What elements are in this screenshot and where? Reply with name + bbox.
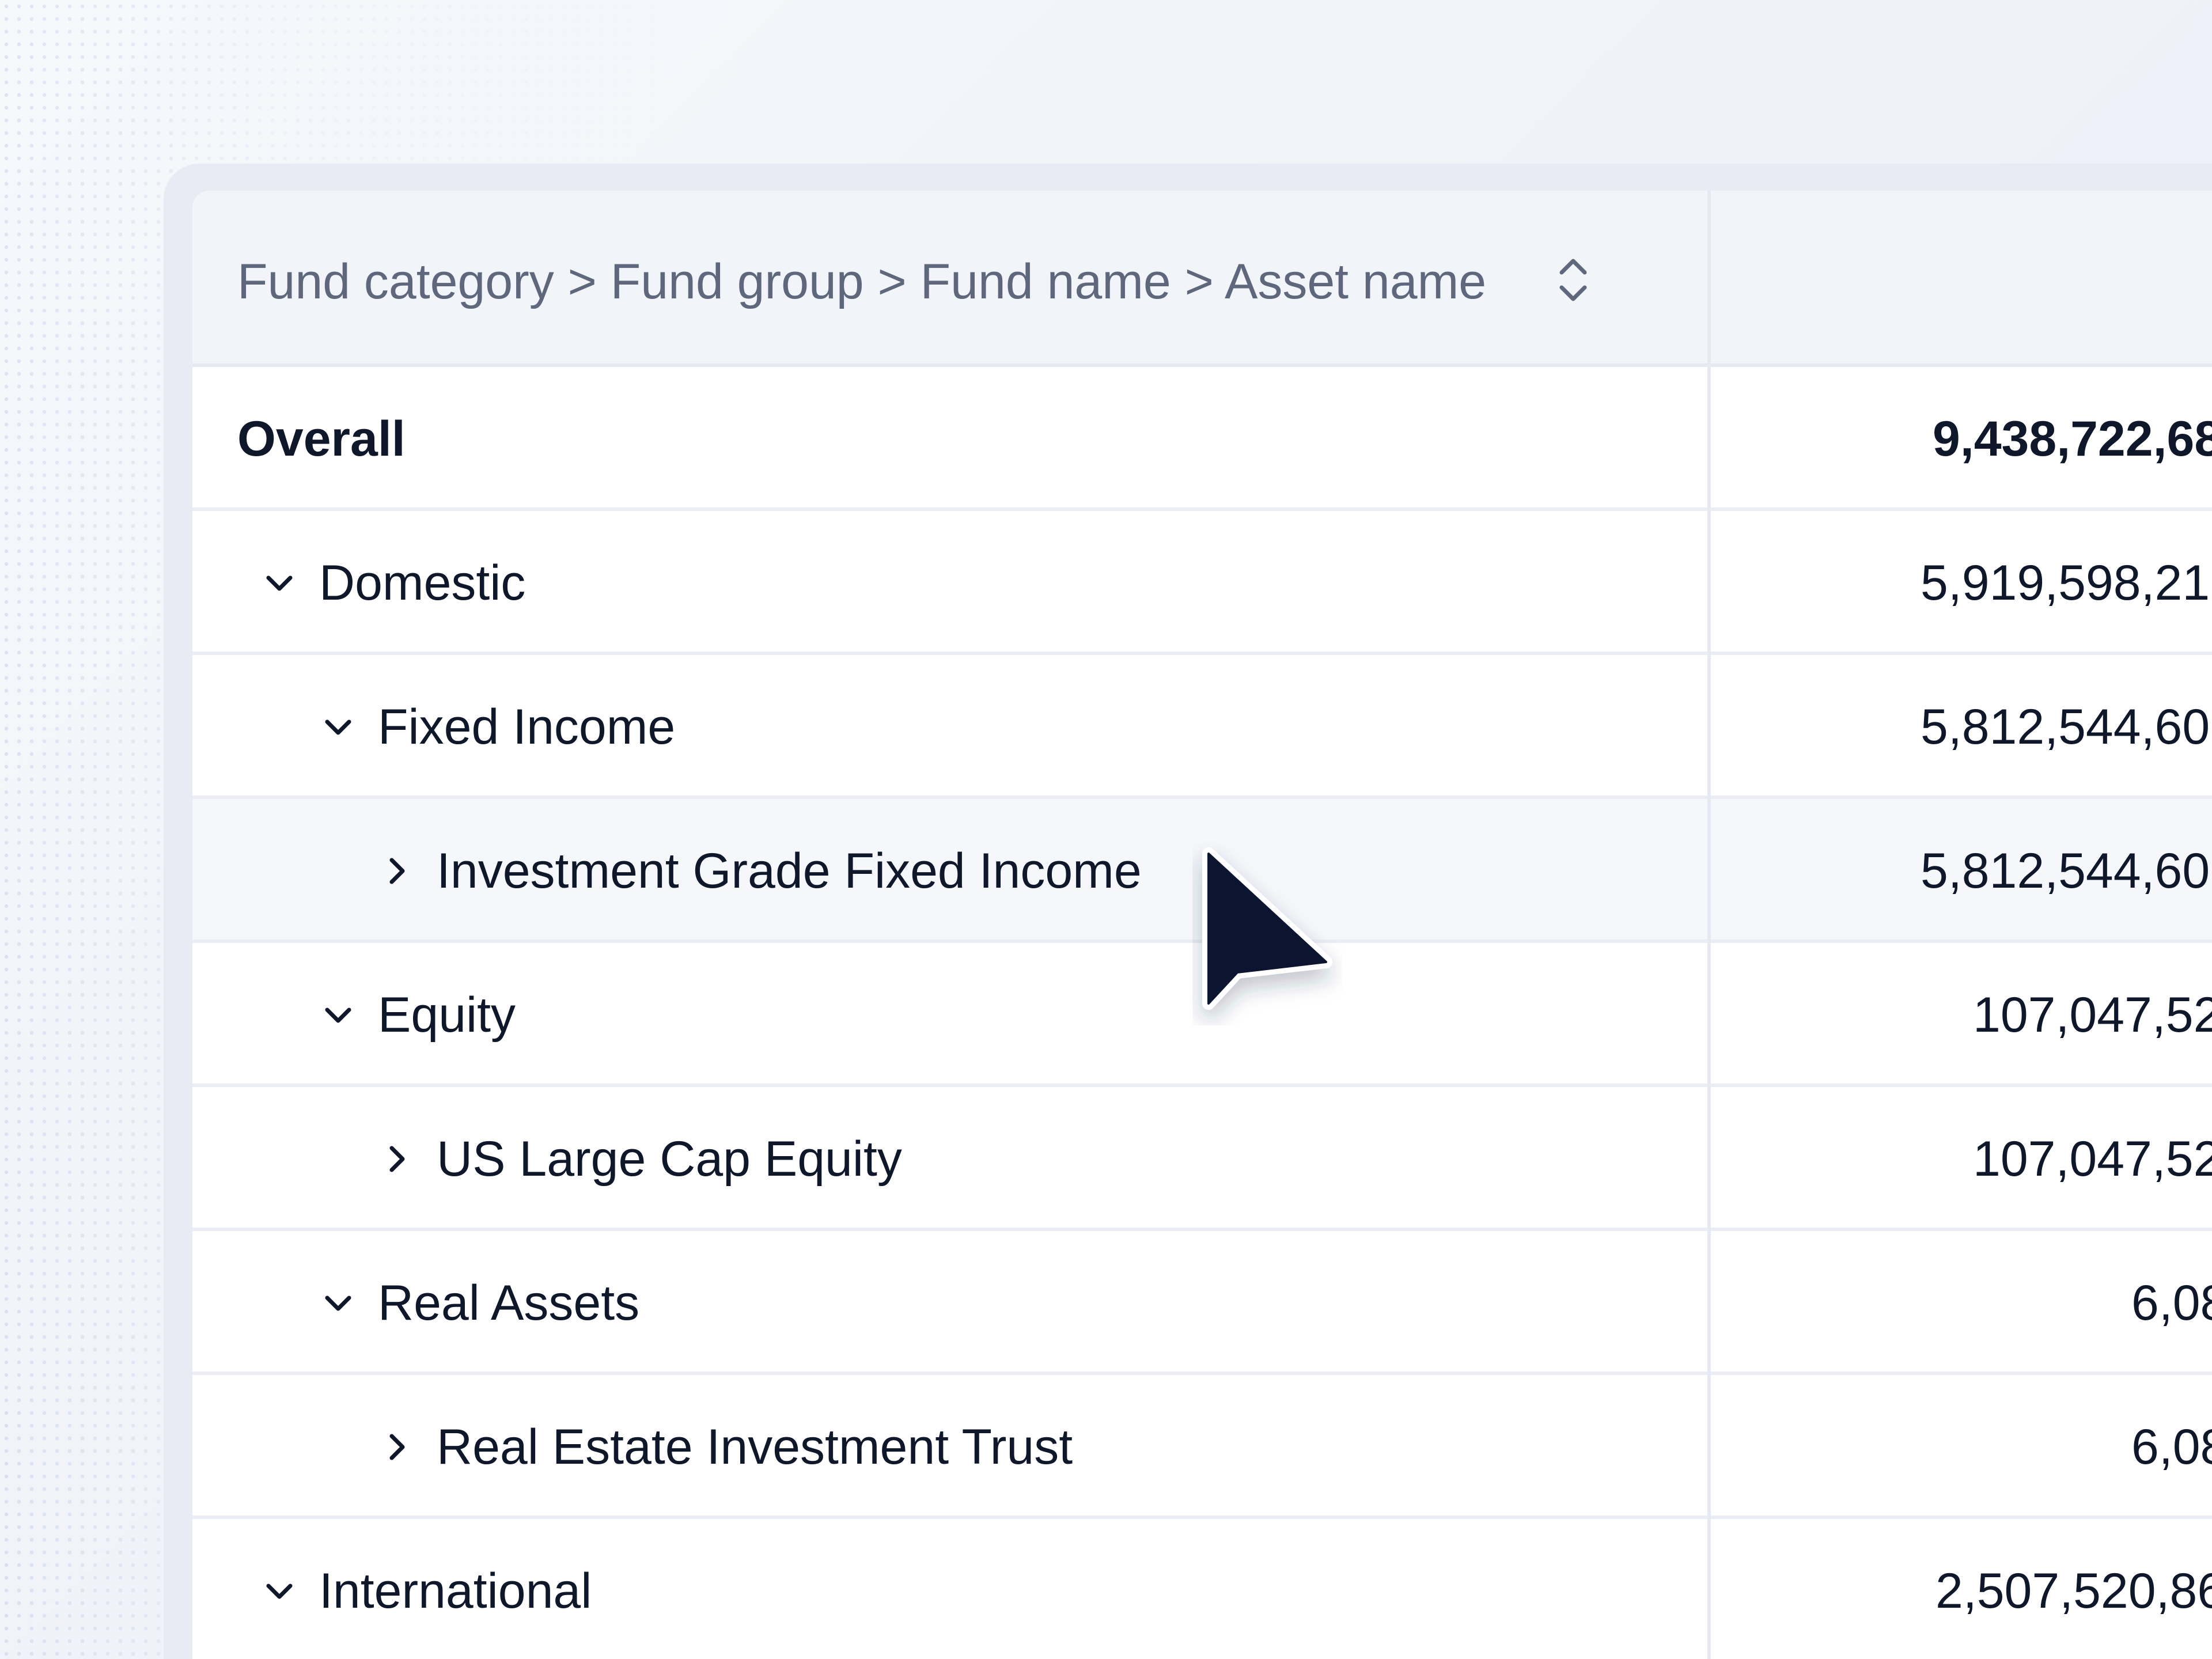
table-row-us-large-cap-equity[interactable]: US Large Cap Equity 107,047,52 (192, 1087, 2212, 1231)
row-value: 5,812,544,60 (1921, 699, 2210, 755)
row-value: 107,047,52 (1973, 987, 2212, 1043)
chevron-right-icon[interactable] (377, 1139, 417, 1179)
table-row-real-estate-investment-trust[interactable]: Real Estate Investment Trust 6,08 (192, 1375, 2212, 1519)
table-row-fixed-income[interactable]: Fixed Income 5,812,544,60 (192, 655, 2212, 799)
row-label: Overall (237, 411, 406, 467)
chevron-down-icon[interactable] (318, 995, 358, 1035)
chevron-right-icon[interactable] (377, 851, 417, 891)
grouping-column-header[interactable]: Fund category > Fund group > Fund name >… (237, 253, 1486, 310)
row-label: International (319, 1563, 592, 1619)
row-value: 5,919,598,21 (1921, 555, 2210, 611)
row-value: 2,507,520,86 (1936, 1563, 2212, 1619)
row-value: 6,08 (2131, 1275, 2212, 1331)
row-value: 9,438,722,68 (1933, 411, 2212, 467)
column-divider (1707, 191, 1711, 1659)
row-label: Real Estate Investment Trust (437, 1419, 1073, 1475)
chevron-down-icon[interactable] (318, 707, 358, 747)
row-value: 5,812,544,60 (1921, 843, 2210, 899)
mouse-pointer-icon (1202, 847, 1332, 1010)
row-label: Real Assets (378, 1275, 640, 1331)
chevron-down-icon[interactable] (259, 1571, 300, 1611)
table-row-real-assets[interactable]: Real Assets 6,08 (192, 1231, 2212, 1375)
row-label: Equity (378, 987, 516, 1043)
chevron-right-icon[interactable] (377, 1427, 417, 1467)
table-row-domestic[interactable]: Domestic 5,919,598,21 (192, 511, 2212, 655)
row-label: Domestic (319, 555, 526, 611)
row-label: US Large Cap Equity (437, 1131, 902, 1187)
sort-updown-icon[interactable] (1556, 254, 1590, 306)
table-row-international[interactable]: International 2,507,520,86 (192, 1519, 2212, 1659)
row-label: Fixed Income (378, 699, 676, 755)
row-value: 107,047,52 (1973, 1131, 2212, 1187)
chevron-down-icon[interactable] (259, 563, 300, 603)
table-row-overall[interactable]: Overall 9,438,722,68 (192, 367, 2212, 511)
chevron-down-icon[interactable] (318, 1283, 358, 1323)
row-value: 6,08 (2131, 1419, 2212, 1475)
table-header: Fund category > Fund group > Fund name >… (192, 191, 2212, 367)
row-label: Investment Grade Fixed Income (437, 843, 1142, 899)
